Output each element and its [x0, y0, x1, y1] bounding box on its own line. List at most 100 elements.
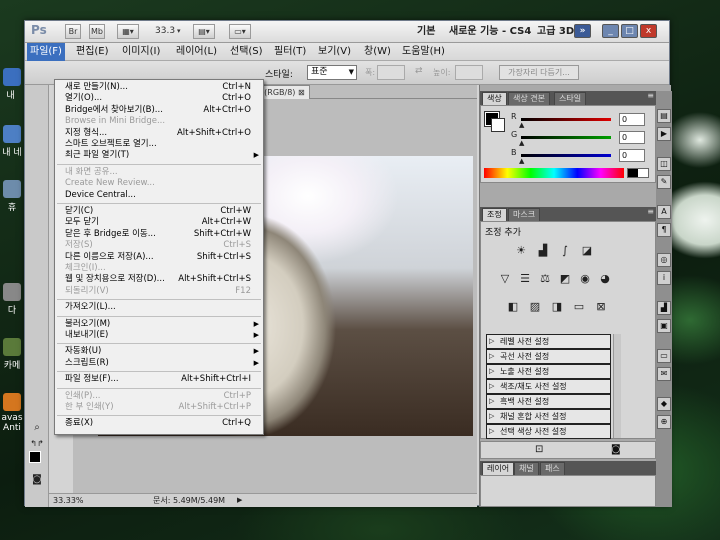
mini-bridge-button[interactable]: Mb — [89, 24, 105, 39]
workspace-essentials[interactable]: 기본 — [417, 23, 435, 40]
tool-presets-icon[interactable]: ◫ — [657, 157, 671, 171]
width-input[interactable] — [377, 65, 405, 80]
vibrance-icon[interactable]: ▽ — [497, 272, 513, 286]
desktop-icon[interactable]: 카메 — [0, 338, 24, 371]
maximize-button[interactable]: □ — [621, 24, 638, 38]
channel-slider[interactable] — [521, 154, 611, 157]
threshold-icon[interactable]: ◨ — [549, 300, 565, 314]
foreground-color-swatch[interactable] — [29, 451, 41, 463]
bridge-button[interactable]: Br — [65, 24, 81, 39]
file-menu-item[interactable]: 닫은 후 Bridge로 이동... Shift+Ctrl+W — [55, 229, 263, 240]
file-menu-item[interactable]: Device Central... — [55, 190, 263, 201]
view-extras-button[interactable]: ▦▾ — [117, 24, 139, 39]
preset-scrollbar[interactable] — [613, 334, 621, 438]
height-input[interactable] — [455, 65, 483, 80]
quick-mask-icon[interactable]: ◙ — [29, 473, 45, 487]
levels-icon[interactable]: ▟ — [535, 244, 551, 258]
file-menu-item[interactable]: 새로 만들기(N)... Ctrl+N — [55, 82, 263, 93]
animation-icon[interactable]: ▭ — [657, 349, 671, 363]
zoom-dropdown-icon[interactable]: ▾ — [177, 24, 181, 39]
photo-filter-icon[interactable]: ◉ — [577, 272, 593, 286]
desktop-icon[interactable]: 내 네 — [0, 125, 24, 158]
gradient-map-icon[interactable]: ▭ — [571, 300, 587, 314]
file-menu-item[interactable]: 종료(X) Ctrl+Q — [55, 418, 263, 429]
character-icon[interactable]: A — [657, 205, 671, 219]
histogram-icon[interactable]: ▟ — [657, 301, 671, 315]
curves-icon[interactable]: ∫ — [557, 244, 573, 258]
channel-slider[interactable] — [521, 118, 611, 121]
arrange-documents-button[interactable]: ▤▾ — [193, 24, 215, 39]
color-spectrum[interactable] — [484, 168, 624, 178]
refine-edge-button[interactable]: 가장자리 다듬기... — [499, 65, 579, 80]
channel-value-input[interactable]: 0 — [619, 131, 645, 144]
file-menu-item[interactable]: 파일 정보(F)... Alt+Shift+Ctrl+I — [55, 374, 263, 385]
minimize-button[interactable]: _ — [602, 24, 619, 38]
file-menu-item[interactable]: Bridge에서 찾아보기(B)... Alt+Ctrl+O — [55, 105, 263, 116]
tab-masks[interactable]: 마스크 — [508, 208, 541, 221]
adjustment-preset-item[interactable]: 흑백 사전 설정 — [486, 394, 611, 409]
close-button[interactable]: x — [640, 24, 657, 38]
file-menu-item[interactable]: 닫기(C) Ctrl+W — [55, 206, 263, 217]
color-balance-icon[interactable]: ⚖ — [537, 272, 553, 286]
navigator-icon[interactable]: ◎ — [657, 253, 671, 267]
menu-filter[interactable]: 필터(T) — [271, 43, 309, 61]
tab-layers[interactable]: 레이어 — [482, 462, 515, 475]
tab-adjustments[interactable]: 조정 — [482, 208, 507, 221]
close-icon[interactable]: ⊠ — [298, 88, 305, 97]
menu-image[interactable]: 이미지(I) — [119, 43, 163, 61]
paragraph-icon[interactable]: ¶ — [657, 223, 671, 237]
adjustment-preset-item[interactable]: 곡선 사전 설정 — [486, 349, 611, 364]
file-menu-item[interactable]: 불러오기(M) ▶ — [55, 319, 263, 330]
brightness-icon[interactable]: ☀ — [513, 244, 529, 258]
info-icon[interactable]: i — [657, 271, 671, 285]
slider-handle-icon[interactable]: ▲ — [519, 157, 524, 165]
invert-icon[interactable]: ◧ — [505, 300, 521, 314]
exposure-icon[interactable]: ◪ — [579, 244, 595, 258]
actions-icon[interactable]: ▶ — [657, 127, 671, 141]
3d-icon[interactable]: ◆ — [657, 397, 671, 411]
swap-colors-icon[interactable]: ↰↱ — [29, 437, 45, 451]
channel-slider[interactable] — [521, 136, 611, 139]
clip-to-layer-icon[interactable]: ⊡ — [535, 444, 543, 455]
background-swatch[interactable] — [491, 118, 505, 132]
file-menu-item[interactable]: 자동화(U) ▶ — [55, 346, 263, 357]
menu-window[interactable]: 창(W) — [361, 43, 394, 61]
menu-file[interactable]: 파일(F) — [27, 43, 65, 61]
layer-comps-icon[interactable]: ▣ — [657, 319, 671, 333]
zoom-level[interactable]: 33.3 — [155, 24, 175, 39]
brushes-icon[interactable]: ✎ — [657, 175, 671, 189]
file-menu-item[interactable]: 내보내기(E) ▶ — [55, 330, 263, 341]
tab-channels[interactable]: 채널 — [514, 462, 539, 475]
zoom-tool-icon[interactable]: ⌕ — [29, 421, 45, 435]
hue-saturation-icon[interactable]: ☰ — [517, 272, 533, 286]
file-menu-item[interactable]: 모두 닫기 Alt+Ctrl+W — [55, 217, 263, 228]
channel-value-input[interactable]: 0 — [619, 149, 645, 162]
tab-swatches[interactable]: 색상 견본 — [508, 92, 550, 105]
slider-handle-icon[interactable]: ▲ — [519, 121, 524, 129]
desktop-icon[interactable]: 다 — [0, 283, 24, 316]
file-menu-item[interactable]: 지정 형식... Alt+Shift+Ctrl+O — [55, 128, 263, 139]
panel-menu-icon[interactable]: ≡ — [647, 207, 654, 216]
menu-edit[interactable]: 편집(E) — [73, 43, 112, 61]
menu-layer[interactable]: 레이어(L) — [173, 43, 220, 61]
black-white-icon[interactable]: ◩ — [557, 272, 573, 286]
file-menu-item[interactable]: 가져오기(L)... — [55, 302, 263, 313]
selective-color-icon[interactable]: ⊠ — [593, 300, 609, 314]
panel-menu-icon[interactable]: ≡ — [647, 91, 654, 100]
workspace-overflow-button[interactable]: » — [574, 24, 591, 38]
black-white-swatch[interactable] — [627, 168, 649, 178]
history-icon[interactable]: ▤ — [657, 109, 671, 123]
menu-help[interactable]: 도움말(H) — [399, 43, 448, 61]
camera-icon[interactable]: ◙ — [611, 444, 621, 455]
channel-mixer-icon[interactable]: ◕ — [597, 272, 613, 286]
tab-paths[interactable]: 패스 — [540, 462, 565, 475]
file-menu-item[interactable]: 웹 및 장치용으로 저장(D)... Alt+Shift+Ctrl+S — [55, 274, 263, 285]
tab-styles[interactable]: 스타일 — [554, 92, 587, 105]
desktop-icon[interactable]: 내 — [0, 68, 24, 101]
desktop-icon[interactable]: avas Anti — [0, 393, 24, 433]
screen-mode-button[interactable]: ▭▾ — [229, 24, 251, 39]
slider-handle-icon[interactable]: ▲ — [519, 139, 524, 147]
notes-icon[interactable]: ✉ — [657, 367, 671, 381]
file-menu-item[interactable]: 열기(O)... Ctrl+O — [55, 93, 263, 104]
channel-value-input[interactable]: 0 — [619, 113, 645, 126]
